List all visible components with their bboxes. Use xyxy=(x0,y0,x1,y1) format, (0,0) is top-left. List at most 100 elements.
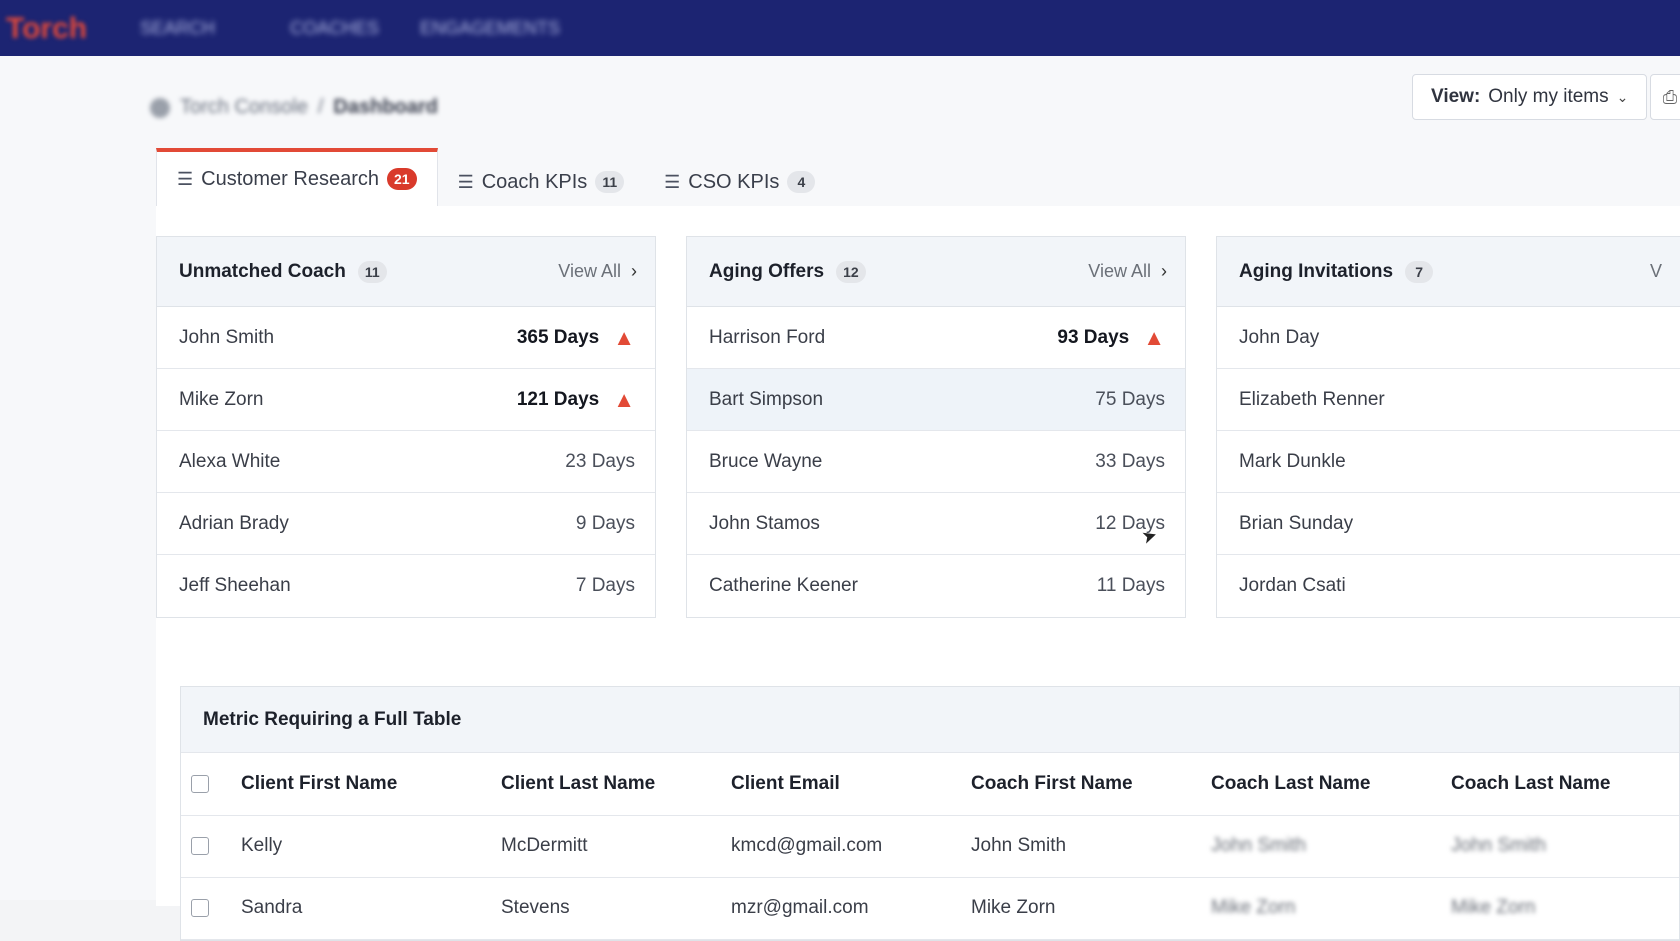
breadcrumb: Torch Console / Dashboard xyxy=(150,96,438,119)
breadcrumb-root[interactable]: Torch Console xyxy=(180,96,308,119)
nav-link-coaches[interactable]: COACHES xyxy=(290,18,379,39)
column-header[interactable]: Client First Name xyxy=(231,753,491,816)
list-item[interactable]: Catherine Keener 11 Days xyxy=(687,555,1185,617)
view-all-label: V xyxy=(1649,261,1662,281)
cell-client-email: kmcd@gmail.com xyxy=(721,815,961,878)
column-header[interactable]: Client Last Name xyxy=(491,753,721,816)
cell-coach-last-name: John Smith xyxy=(1201,815,1441,878)
view-filter-label: View: xyxy=(1431,86,1481,107)
list-item-name: Mark Dunkle xyxy=(1239,450,1346,472)
days-value: 121 Days xyxy=(516,388,600,410)
select-all-checkbox[interactable] xyxy=(191,774,209,793)
list-item[interactable]: Harrison Ford 93 Days ▲ xyxy=(687,307,1185,369)
cell-coach-last-name: Mike Zorn xyxy=(1201,877,1441,940)
page: Torch Console / Dashboard View: Only my … xyxy=(0,56,1680,941)
list-item-name: John Smith xyxy=(179,326,275,348)
count-badge: 11 xyxy=(595,171,625,193)
tab-panel-customer-research: Unmatched Coach 11 View All › John Smith… xyxy=(156,206,1680,941)
list-icon: ☰ xyxy=(177,168,194,189)
warning-icon: ▲ xyxy=(1143,324,1165,350)
list-item[interactable]: Jordan Csati xyxy=(1217,555,1680,617)
list-item-name: Harrison Ford xyxy=(709,326,826,348)
view-all-label: View All xyxy=(1088,261,1151,281)
tab-customer-research[interactable]: ☰ Customer Research 21 xyxy=(156,148,438,206)
breadcrumb-separator: / xyxy=(317,96,324,118)
list-item-name: Catherine Keener xyxy=(709,575,858,596)
cell-client-last-name: McDermitt xyxy=(491,815,721,878)
table-row[interactable]: Kelly McDermitt kmcd@gmail.com John Smit… xyxy=(181,815,1679,878)
list-item[interactable]: Jeff Sheehan 7 Days xyxy=(157,555,655,617)
list-item[interactable]: John Smith 365 Days ▲ xyxy=(157,307,655,369)
view-filter-value: Only my items xyxy=(1488,86,1609,107)
column-header[interactable]: Client Email xyxy=(721,753,961,816)
view-filter-select[interactable]: View: Only my items ⌄ xyxy=(1412,74,1648,120)
tab-coach-kpis[interactable]: ☰ Coach KPIs 11 xyxy=(438,158,645,206)
home-icon[interactable] xyxy=(150,97,170,118)
tab-label: Customer Research xyxy=(201,167,379,190)
list-item[interactable]: Mark Dunkle xyxy=(1217,431,1680,493)
row-checkbox[interactable] xyxy=(191,898,209,917)
list-item[interactable]: Mike Zorn 121 Days ▲ xyxy=(157,369,655,431)
print-button[interactable]: ⎙ xyxy=(1650,74,1680,120)
brand-logo[interactable]: Torch xyxy=(6,12,87,46)
tab-label: CSO KPIs xyxy=(688,170,780,193)
data-table: Client First Name Client Last Name Clien… xyxy=(181,753,1679,940)
card-title: Aging Invitations 7 xyxy=(1239,260,1434,283)
tab-bar: ☰ Customer Research 21 ☰ Coach KPIs 11 ☰… xyxy=(156,146,835,206)
cell-coach-last-name-2: John Smith xyxy=(1441,815,1679,878)
list-item[interactable]: John Stamos 12 Days xyxy=(687,493,1185,555)
list-icon: ☰ xyxy=(457,171,474,192)
nav-link-engagements[interactable]: ENGAGEMENTS xyxy=(420,18,560,39)
cell-coach-last-name-2: Mike Zorn xyxy=(1441,877,1679,940)
warning-icon: ▲ xyxy=(613,386,635,412)
list-item-days: 365 Days ▲ xyxy=(517,325,635,351)
view-all-link[interactable]: View All › xyxy=(1088,261,1167,282)
card-title: Aging Offers 12 xyxy=(709,260,866,283)
printer-icon: ⎙ xyxy=(1662,86,1678,107)
list-item[interactable]: Elizabeth Renner xyxy=(1217,369,1680,431)
list-item[interactable]: John Day xyxy=(1217,307,1680,369)
row-select-cell xyxy=(181,877,231,940)
list-item-days: 93 Days ▲ xyxy=(1057,325,1165,351)
days-value: 93 Days xyxy=(1057,326,1130,348)
card-header: Aging Offers 12 View All › xyxy=(687,237,1185,307)
top-navigation-bar: Torch SEARCH COACHES ENGAGEMENTS xyxy=(0,0,1680,56)
row-checkbox[interactable] xyxy=(191,836,209,855)
list-item-name: Elizabeth Renner xyxy=(1239,388,1385,410)
chevron-right-icon: › xyxy=(631,261,637,281)
list-item-name: Alexa White xyxy=(179,450,281,472)
card-full-table: Metric Requiring a Full Table Client Fir… xyxy=(180,686,1680,941)
cell-coach-first-name: Mike Zorn xyxy=(961,877,1201,940)
list-item[interactable]: Adrian Brady 9 Days xyxy=(157,493,655,555)
tab-cso-kpis[interactable]: ☰ CSO KPIs 4 xyxy=(644,158,835,206)
list-item-name: Jeff Sheehan xyxy=(179,575,291,596)
card-header: Unmatched Coach 11 View All › xyxy=(157,237,655,307)
list-item-days: 33 Days xyxy=(1095,450,1165,472)
list-item-name: Mike Zorn xyxy=(179,388,264,410)
count-badge: 7 xyxy=(1405,260,1434,283)
column-header[interactable]: Coach Last Name xyxy=(1441,753,1679,816)
count-badge: 11 xyxy=(357,260,387,283)
count-badge: 12 xyxy=(836,260,866,283)
list-item-name: John Day xyxy=(1239,326,1320,348)
card-header: Aging Invitations 7 V xyxy=(1217,237,1680,307)
breadcrumb-current: Dashboard xyxy=(333,96,438,118)
count-badge: 21 xyxy=(386,168,417,190)
tab-label: Coach KPIs xyxy=(481,170,588,193)
list-item-days: 121 Days ▲ xyxy=(517,387,635,413)
card-title-text: Unmatched Coach xyxy=(179,260,346,282)
nav-link-search[interactable]: SEARCH xyxy=(140,18,215,39)
view-all-link[interactable]: View All › xyxy=(558,261,637,282)
list-item[interactable]: Alexa White 23 Days xyxy=(157,431,655,493)
list-item[interactable]: Bart Simpson 75 Days xyxy=(687,369,1185,431)
row-select-cell xyxy=(181,815,231,878)
column-header[interactable]: Coach First Name xyxy=(961,753,1201,816)
list-item[interactable]: Bruce Wayne 33 Days xyxy=(687,431,1185,493)
view-all-link[interactable]: V xyxy=(1650,261,1662,282)
list-item-days: 23 Days xyxy=(565,450,635,472)
list-item[interactable]: Brian Sunday xyxy=(1217,493,1680,555)
list-item-name: Bruce Wayne xyxy=(709,450,823,472)
column-header[interactable]: Coach Last Name xyxy=(1201,753,1441,816)
list-item-name: Bart Simpson xyxy=(709,388,824,410)
table-row[interactable]: Sandra Stevens mzr@gmail.com Mike Zorn M… xyxy=(181,877,1679,940)
